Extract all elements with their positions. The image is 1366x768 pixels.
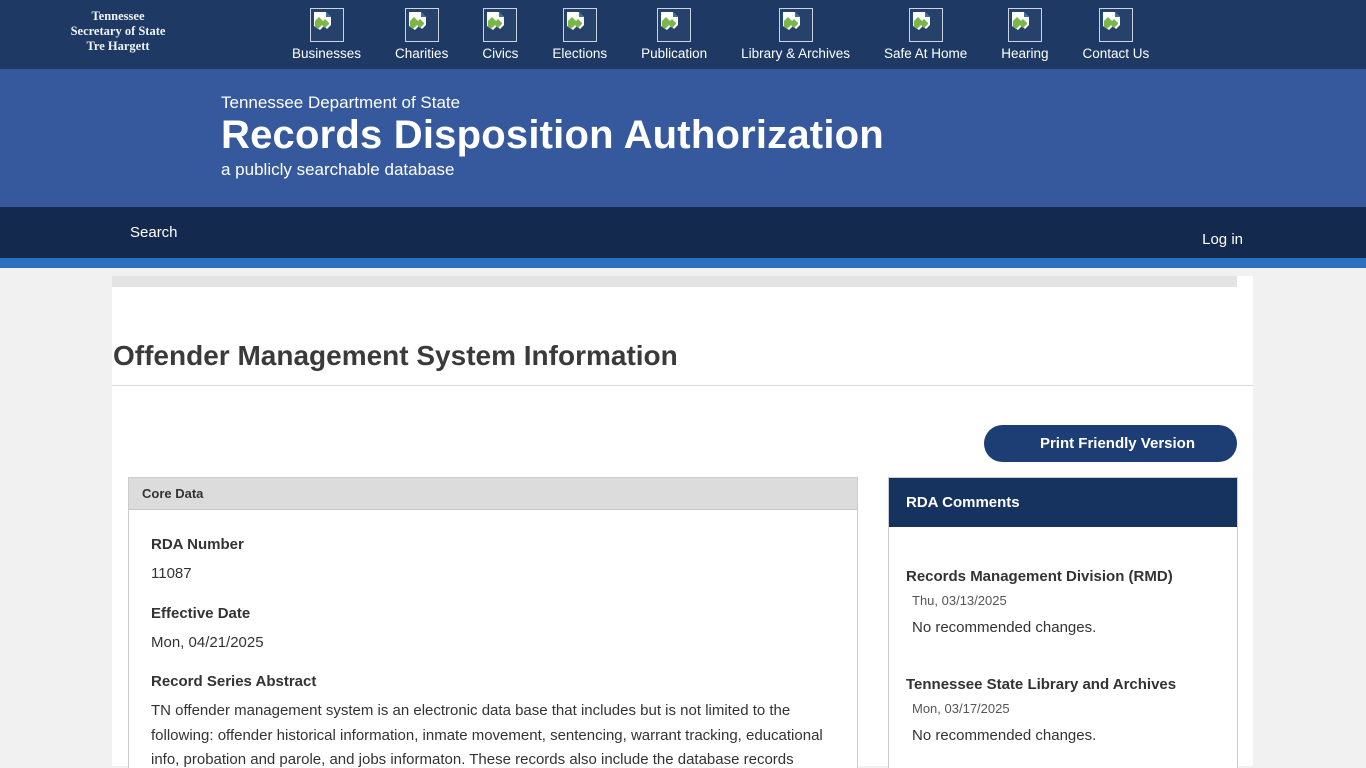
broken-image-icon	[1099, 8, 1133, 42]
topnav-label: Publication	[641, 46, 707, 61]
comment-text: No recommended changes.	[912, 619, 1221, 636]
comment-text: No recommended changes.	[912, 727, 1221, 744]
field-record-series-abstract: Record Series Abstract TN offender manag…	[151, 673, 835, 768]
top-navigation: Businesses Charities Civics Elections Pu…	[292, 0, 1149, 61]
content-top-divider-bar	[112, 276, 1237, 287]
comment-date: Mon, 03/17/2025	[912, 701, 1221, 716]
topnav-item-hearing[interactable]: Hearing	[1001, 8, 1048, 61]
core-data-panel: Core Data RDA Number 11087 Effective Dat…	[128, 477, 858, 768]
topnav-item-contact-us[interactable]: Contact Us	[1083, 8, 1150, 61]
field-rda-number: RDA Number 11087	[151, 536, 835, 587]
site-title: Records Disposition Authorization	[221, 113, 1366, 157]
broken-image-icon	[779, 8, 813, 42]
state-seal-logo[interactable]: Tennessee Secretary of State Tre Hargett	[0, 0, 236, 53]
field-value: TN offender management system is an elec…	[151, 699, 835, 768]
field-effective-date: Effective Date Mon, 04/21/2025	[151, 605, 835, 656]
menu-item-search[interactable]: Search	[130, 224, 178, 241]
comment-date: Thu, 03/13/2025	[912, 593, 1221, 608]
rda-comment: Records Management Division (RMD) Thu, 0…	[906, 568, 1221, 636]
broken-image-icon	[909, 8, 943, 42]
field-label: Effective Date	[151, 605, 835, 622]
comment-org: Tennessee State Library and Archives	[906, 676, 1221, 693]
login-link[interactable]: Log in	[1202, 231, 1243, 248]
core-data-panel-header: Core Data	[129, 478, 857, 510]
topnav-item-civics[interactable]: Civics	[482, 8, 518, 61]
rda-comments-panel: RDA Comments Records Management Division…	[888, 477, 1238, 768]
site-banner: Tennessee Department of State Records Di…	[0, 69, 1366, 207]
rda-comment: Tennessee State Library and Archives Mon…	[906, 676, 1221, 744]
site-header: Tennessee Secretary of State Tre Hargett…	[0, 0, 1366, 69]
logo-line: Tre Hargett	[0, 39, 236, 54]
topnav-label: Businesses	[292, 46, 361, 61]
topnav-item-businesses[interactable]: Businesses	[292, 8, 361, 61]
print-friendly-version-button[interactable]: Print Friendly Version	[984, 425, 1237, 462]
broken-image-icon	[563, 8, 597, 42]
topnav-label: Library & Archives	[741, 46, 850, 61]
field-label: Record Series Abstract	[151, 673, 835, 690]
field-value: 11087	[151, 562, 835, 587]
broken-image-icon	[405, 8, 439, 42]
topnav-label: Hearing	[1001, 46, 1048, 61]
topnav-item-safe-at-home[interactable]: Safe At Home	[884, 8, 967, 61]
broken-image-icon	[483, 8, 517, 42]
main-menubar: Search Log in	[0, 207, 1366, 258]
banner-subtitle: a publicly searchable database	[221, 160, 1366, 180]
topnav-item-publication[interactable]: Publication	[641, 8, 707, 61]
title-divider	[112, 385, 1253, 386]
field-value: Mon, 04/21/2025	[151, 631, 835, 656]
broken-image-icon	[657, 8, 691, 42]
rda-comments-panel-header: RDA Comments	[889, 478, 1237, 527]
topnav-item-library-archives[interactable]: Library & Archives	[741, 8, 850, 61]
topnav-label: Safe At Home	[884, 46, 967, 61]
accent-strip	[0, 258, 1366, 268]
banner-department: Tennessee Department of State	[221, 93, 1366, 113]
topnav-label: Civics	[482, 46, 518, 61]
topnav-label: Contact Us	[1083, 46, 1150, 61]
topnav-label: Charities	[395, 46, 448, 61]
field-label: RDA Number	[151, 536, 835, 553]
topnav-item-elections[interactable]: Elections	[552, 8, 607, 61]
main-content: Offender Management System Information P…	[112, 276, 1253, 766]
topnav-item-charities[interactable]: Charities	[395, 8, 448, 61]
topnav-label: Elections	[552, 46, 607, 61]
comment-org: Records Management Division (RMD)	[906, 568, 1221, 585]
broken-image-icon	[1008, 8, 1042, 42]
logo-line: Tennessee	[0, 9, 236, 24]
page-title: Offender Management System Information	[113, 339, 1253, 373]
logo-line: Secretary of State	[0, 24, 236, 39]
broken-image-icon	[310, 8, 344, 42]
